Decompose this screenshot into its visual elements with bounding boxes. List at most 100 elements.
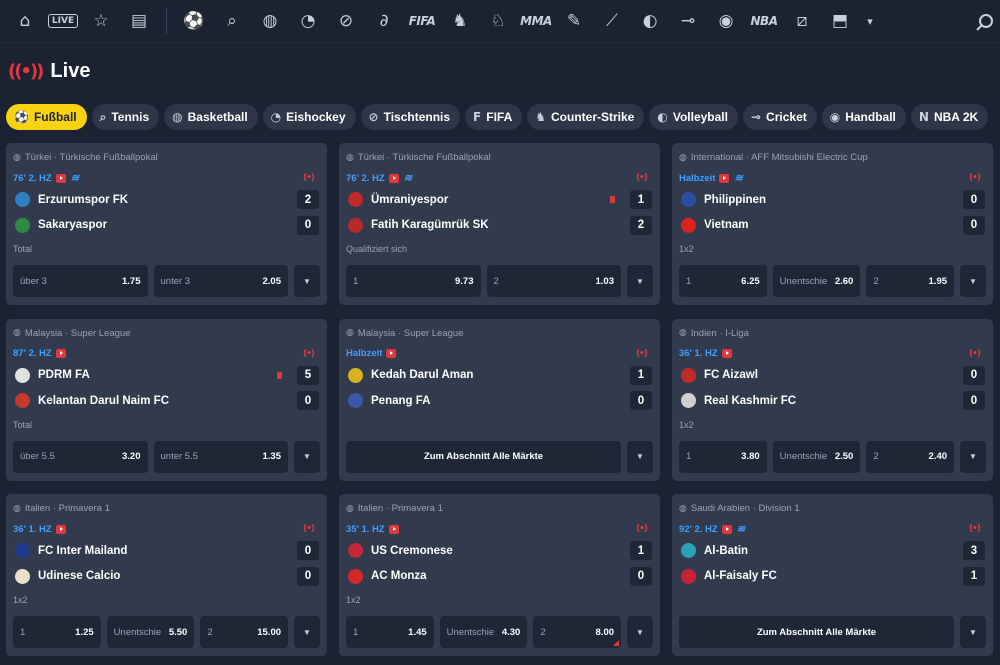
odds-button[interactable]: über 3 1.75: [13, 265, 148, 297]
stats-icon[interactable]: ≋: [71, 173, 79, 184]
expand-markets-chevron-icon[interactable]: ▼: [294, 440, 320, 473]
chip-handball[interactable]: ◉ Handball: [821, 104, 906, 130]
odds-button[interactable]: 2 1.03: [486, 265, 621, 297]
expand-markets-chevron-icon[interactable]: ▼: [294, 616, 321, 648]
badminton-icon[interactable]: ⊸: [673, 6, 703, 36]
odds-button[interactable]: 2 1.95: [866, 265, 955, 297]
tennis-icon[interactable]: ⌕: [217, 6, 247, 36]
stats-icon[interactable]: ≋: [734, 173, 742, 184]
chip-counter-strike[interactable]: ♞ Counter-Strike: [527, 104, 645, 130]
more-chevron-icon[interactable]: ▾: [863, 6, 877, 36]
team-score: 1: [630, 541, 652, 561]
live-stream-icon[interactable]: [388, 524, 399, 534]
all-markets-button[interactable]: Zum Abschnitt Alle Märkte: [346, 440, 621, 473]
team-score: 0: [963, 365, 985, 385]
live-stream-icon[interactable]: [55, 173, 66, 183]
match-card[interactable]: ◍ Türkei · Türkische Fußballpokal 76' 2. H…: [339, 143, 660, 305]
live-stream-icon[interactable]: [721, 349, 732, 358]
fifa-icon[interactable]: FIFA: [407, 6, 437, 36]
chip-soccer[interactable]: ⚽ Fußball: [6, 104, 87, 130]
match-card[interactable]: ◍ Malaysia · Super League 87' 2. HZ (•) PDRM…: [6, 318, 327, 481]
odds-button[interactable]: 1 3.80: [679, 440, 767, 473]
chip-volleyball[interactable]: ◐ Volleyball: [649, 104, 738, 130]
team-row-home: Al-Batin 3: [679, 538, 986, 564]
expand-markets-chevron-icon[interactable]: ▼: [627, 265, 653, 297]
stats-icon[interactable]: ≋: [404, 173, 412, 184]
expand-markets-chevron-icon[interactable]: ▼: [960, 440, 987, 473]
live-icon[interactable]: LIVE: [47, 6, 79, 36]
odds-button[interactable]: unter 5.5 1.35: [153, 440, 288, 473]
search-icon[interactable]: [970, 8, 1000, 38]
table-tennis-icon[interactable]: ⊘: [331, 6, 361, 36]
team-row-home: Ümraniyespor 1: [346, 187, 653, 213]
odds-button[interactable]: Unentschie 2.60: [772, 265, 861, 297]
odds-button[interactable]: 1 1.25: [13, 616, 101, 648]
handball-icon[interactable]: ◉: [711, 6, 741, 36]
all-markets-button[interactable]: Zum Abschnitt Alle Märkte: [679, 616, 954, 648]
odds-button[interactable]: unter 3 2.05: [153, 265, 288, 297]
chip-table-tennis[interactable]: ⊘ Tischtennis: [360, 104, 461, 130]
odds-button[interactable]: über 5.5 3.20: [13, 440, 148, 473]
live-stream-icon[interactable]: [721, 524, 732, 534]
expand-markets-chevron-icon[interactable]: ▼: [960, 616, 986, 648]
soccer-icon[interactable]: ⚽: [179, 6, 209, 36]
basketball-icon[interactable]: ◍: [255, 6, 285, 36]
globe-icon: ◍: [346, 328, 354, 338]
chip-basketball[interactable]: ◍ Basketball: [164, 104, 258, 130]
esports-icon[interactable]: ⧄: [787, 6, 817, 36]
odds-button[interactable]: 1 9.73: [346, 265, 481, 297]
expand-markets-chevron-icon[interactable]: ▼: [627, 616, 654, 648]
chip-tennis[interactable]: ⌕ Tennis: [91, 104, 160, 130]
odds-button[interactable]: 2 15.00: [200, 616, 289, 648]
chip-label: NBA 2K: [933, 110, 979, 124]
match-card[interactable]: ◍ Türkei · Türkische Fußballpokal 76' 2. H…: [6, 143, 327, 305]
mma-icon[interactable]: MMA: [520, 6, 552, 36]
expand-markets-chevron-icon[interactable]: ▼: [627, 440, 653, 473]
chip-fifa[interactable]: F FIFA: [465, 104, 523, 130]
darts-icon[interactable]: ✎: [559, 6, 589, 36]
odds-button[interactable]: Unentschie 5.50: [106, 616, 195, 648]
chip-ice-hockey[interactable]: ◔ Eishockey: [262, 104, 356, 130]
match-card[interactable]: ◍ Italien · Primavera 1 36' 1. HZ (•) FC Int…: [6, 494, 327, 656]
odds-value: 1.95: [928, 275, 948, 287]
odds-button[interactable]: 1 1.45: [346, 616, 434, 648]
live-stream-icon[interactable]: [55, 349, 66, 358]
volleyball-icon[interactable]: ◐: [635, 6, 665, 36]
market-name: Total: [13, 419, 33, 430]
match-card[interactable]: ◍ International · AFF Mitsubishi Electric…: [672, 143, 993, 305]
match-time: 36' 1. HZ: [679, 348, 718, 359]
counter-strike-icon[interactable]: ♞: [445, 6, 475, 36]
odds-button[interactable]: 2 8.00: [533, 616, 622, 648]
odds-button[interactable]: Unentschie 4.30: [439, 616, 528, 648]
stats-icon[interactable]: ≋: [737, 524, 745, 535]
team-score: 2: [630, 215, 652, 235]
ice-hockey-icon[interactable]: ◔: [293, 6, 323, 36]
odds-button[interactable]: 2 2.40: [866, 440, 955, 473]
team-name: Sakaryaspor: [38, 219, 108, 232]
hockey-stick-icon[interactable]: ∂: [369, 6, 399, 36]
match-card[interactable]: ◍ Italien · Primavera 1 35' 1. HZ (•) US Cre…: [339, 494, 660, 656]
live-stream-icon[interactable]: [55, 524, 66, 534]
match-card[interactable]: ◍ Saudi Arabien · Division 1 92' 2. HZ ≋ (•)…: [672, 494, 993, 656]
live-stream-icon[interactable]: [386, 349, 397, 358]
baseball-bat-icon[interactable]: ⟋: [597, 6, 627, 36]
odds-button[interactable]: 1 6.25: [679, 265, 767, 297]
nba-2k-icon[interactable]: NBA: [749, 6, 779, 36]
league-icon[interactable]: ⬒: [825, 6, 855, 36]
team-logo: [15, 367, 30, 383]
live-stream-icon[interactable]: [388, 173, 399, 183]
horse-racing-icon[interactable]: ♘: [483, 6, 513, 36]
star-icon[interactable]: ☆: [86, 6, 116, 36]
home-icon[interactable]: ⌂: [10, 6, 40, 36]
match-card[interactable]: ◍ Indien · I-Liga 36' 1. HZ (•) FC Aizawl 0 Re…: [672, 318, 993, 481]
expand-markets-chevron-icon[interactable]: ▼: [960, 265, 987, 297]
expand-markets-chevron-icon[interactable]: ▼: [294, 265, 320, 297]
odds-button[interactable]: Unentschie 2.50: [772, 440, 861, 473]
match-card[interactable]: ◍ Malaysia · Super League Halbzeit (•) Kedah…: [339, 318, 660, 481]
live-stream-icon[interactable]: [719, 173, 730, 183]
chip-cricket[interactable]: ⊸ Cricket: [742, 104, 817, 130]
betslip-icon[interactable]: ▤: [124, 6, 154, 36]
chip-nba-2k[interactable]: N NBA 2K: [910, 104, 989, 130]
league-name: ◍ International · AFF Mitsubishi Electric…: [679, 151, 986, 164]
match-time: 92' 2. HZ: [679, 523, 718, 535]
